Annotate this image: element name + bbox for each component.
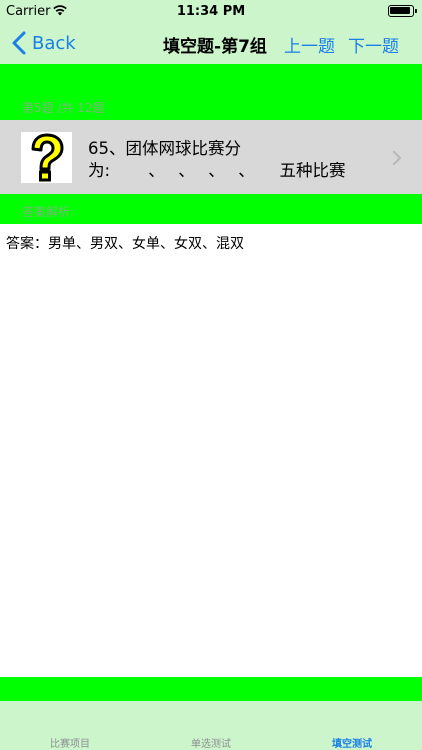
question-text: 65、团体网球比赛分 为: 、 、 、 、 五种比赛: [88, 138, 383, 182]
progress-label: 第5题 /共 12题: [22, 101, 105, 115]
tab-single-choice-test[interactable]: 单选测试: [141, 735, 281, 750]
footer-band: [0, 677, 422, 701]
question-line-1: 65、团体网球比赛分: [88, 139, 241, 158]
answer-section-label: 答案解析:: [22, 205, 75, 219]
back-button[interactable]: Back: [10, 28, 76, 58]
chevron-left-icon: [12, 31, 26, 55]
battery-icon: [388, 5, 417, 17]
page-title: 填空题-第7组: [163, 37, 267, 57]
question-line-2: 为: 、 、 、 、 五种比赛: [88, 161, 346, 180]
chevron-right-icon: [393, 151, 401, 165]
next-question-button[interactable]: 下一题: [348, 32, 399, 57]
back-button-label: Back: [32, 32, 76, 54]
navigation-bar: Back 填空题-第7组 上一题 下一题: [0, 22, 422, 64]
question-cell[interactable]: 65、团体网球比赛分 为: 、 、 、 、 五种比赛: [0, 120, 422, 194]
previous-question-button[interactable]: 上一题: [284, 32, 335, 57]
tab-fill-in-test[interactable]: 填空测试: [282, 735, 422, 750]
clock: 11:34 PM: [176, 4, 246, 19]
question-mark-icon: [21, 132, 72, 183]
answer-text: 答案：男单、男双、女单、女双、混双: [6, 236, 244, 252]
tab-bar: 比赛项目 单选测试 填空测试: [0, 701, 422, 750]
tab-competition-events[interactable]: 比赛项目: [0, 735, 140, 750]
status-bar: Carrier 11:34 PM: [0, 0, 422, 22]
